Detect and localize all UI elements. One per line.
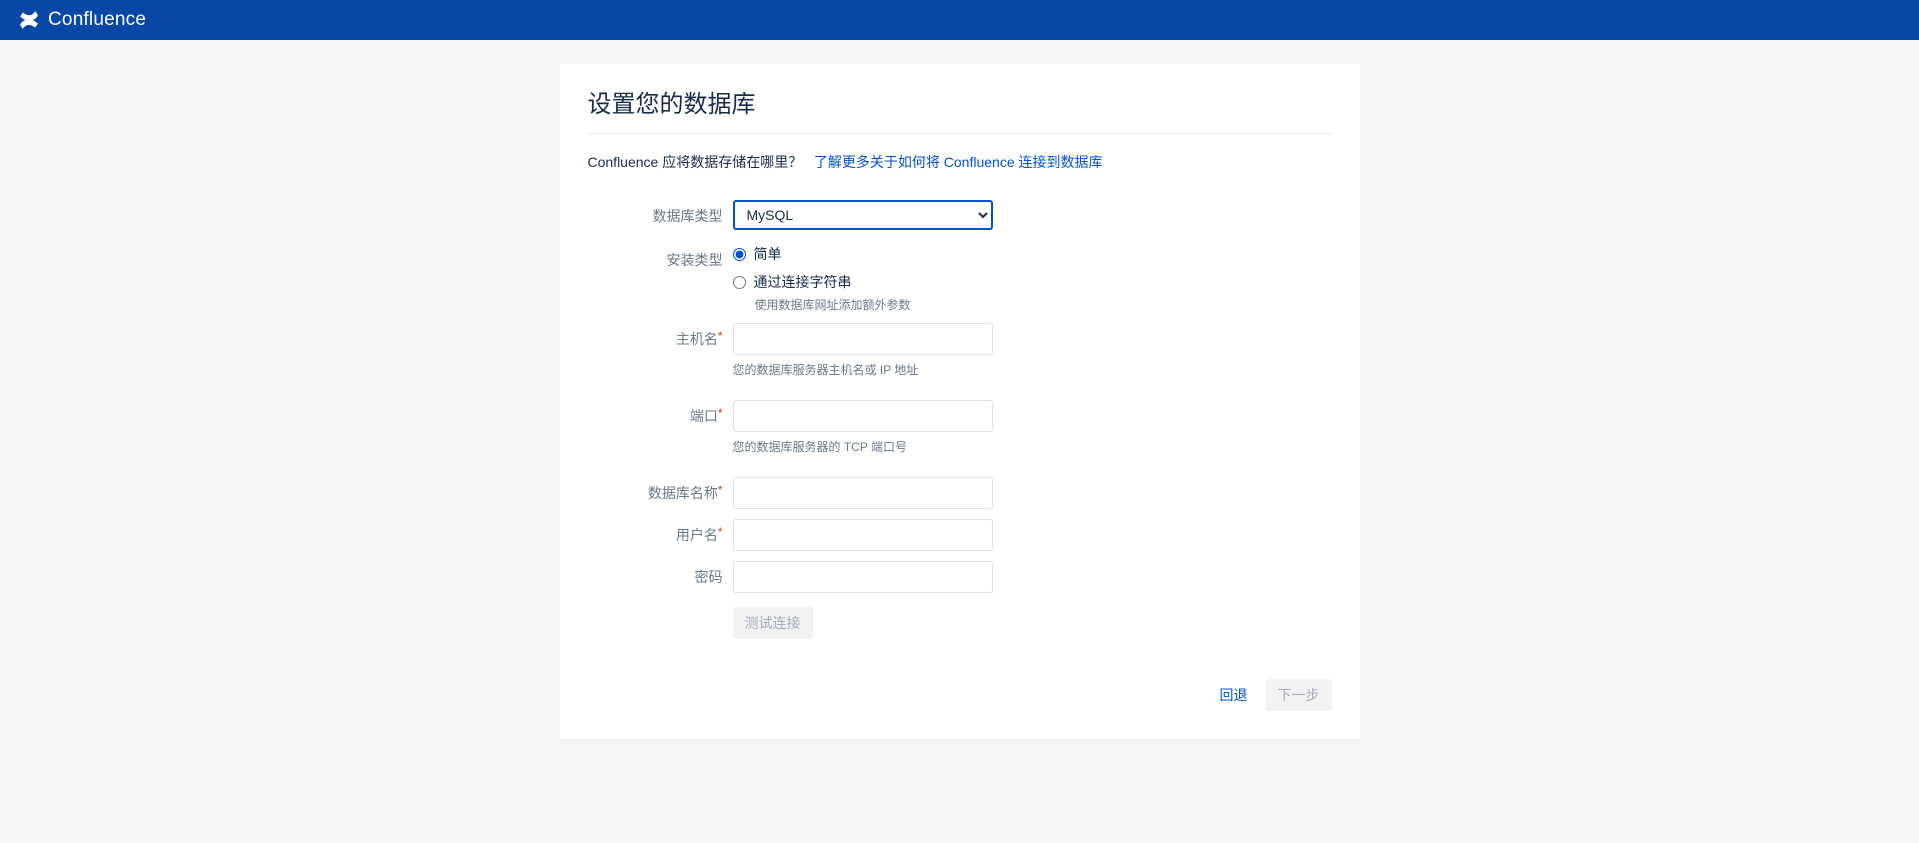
label-install-type: 安装类型 xyxy=(588,244,733,270)
port-input[interactable] xyxy=(733,400,993,432)
host-input[interactable] xyxy=(733,323,993,355)
radio-simple[interactable] xyxy=(733,248,746,261)
label-password: 密码 xyxy=(588,561,733,587)
label-db-type: 数据库类型 xyxy=(588,200,733,226)
port-hint: 您的数据库服务器的 TCP 端口号 xyxy=(733,438,993,455)
learn-more-link[interactable]: 了解更多关于如何将 Confluence 连接到数据库 xyxy=(814,154,1103,170)
label-user: 用户名* xyxy=(588,519,733,545)
back-button[interactable]: 回退 xyxy=(1208,679,1260,711)
label-port: 端口* xyxy=(588,400,733,426)
conn-string-hint: 使用数据库网址添加额外参数 xyxy=(755,296,1332,313)
lead-text: Confluence 应将数据存储在哪里？ xyxy=(588,154,803,170)
label-host: 主机名* xyxy=(588,323,733,349)
user-input[interactable] xyxy=(733,519,993,551)
setup-card: 设置您的数据库 Confluence 应将数据存储在哪里？ 了解更多关于如何将 … xyxy=(560,64,1360,739)
radio-conn-string[interactable] xyxy=(733,276,746,289)
radio-simple-label[interactable]: 简单 xyxy=(733,244,1332,264)
password-input[interactable] xyxy=(733,561,993,593)
db-type-select[interactable]: MySQL xyxy=(733,200,993,230)
page-title: 设置您的数据库 xyxy=(588,84,1332,134)
next-button: 下一步 xyxy=(1266,679,1332,711)
card-footer: 回退 下一步 xyxy=(588,679,1332,711)
radio-conn-string-label[interactable]: 通过连接字符串 xyxy=(733,272,1332,292)
top-bar: Confluence xyxy=(0,0,1919,40)
confluence-logo-icon xyxy=(18,9,40,31)
host-hint: 您的数据库服务器主机名或 IP 地址 xyxy=(733,361,993,378)
db-name-input[interactable] xyxy=(733,477,993,509)
label-db-name: 数据库名称* xyxy=(588,477,733,503)
brand-name: Confluence xyxy=(48,9,146,31)
test-connection-button: 测试连接 xyxy=(733,607,813,639)
lead-paragraph: Confluence 应将数据存储在哪里？ 了解更多关于如何将 Confluen… xyxy=(588,152,1332,172)
